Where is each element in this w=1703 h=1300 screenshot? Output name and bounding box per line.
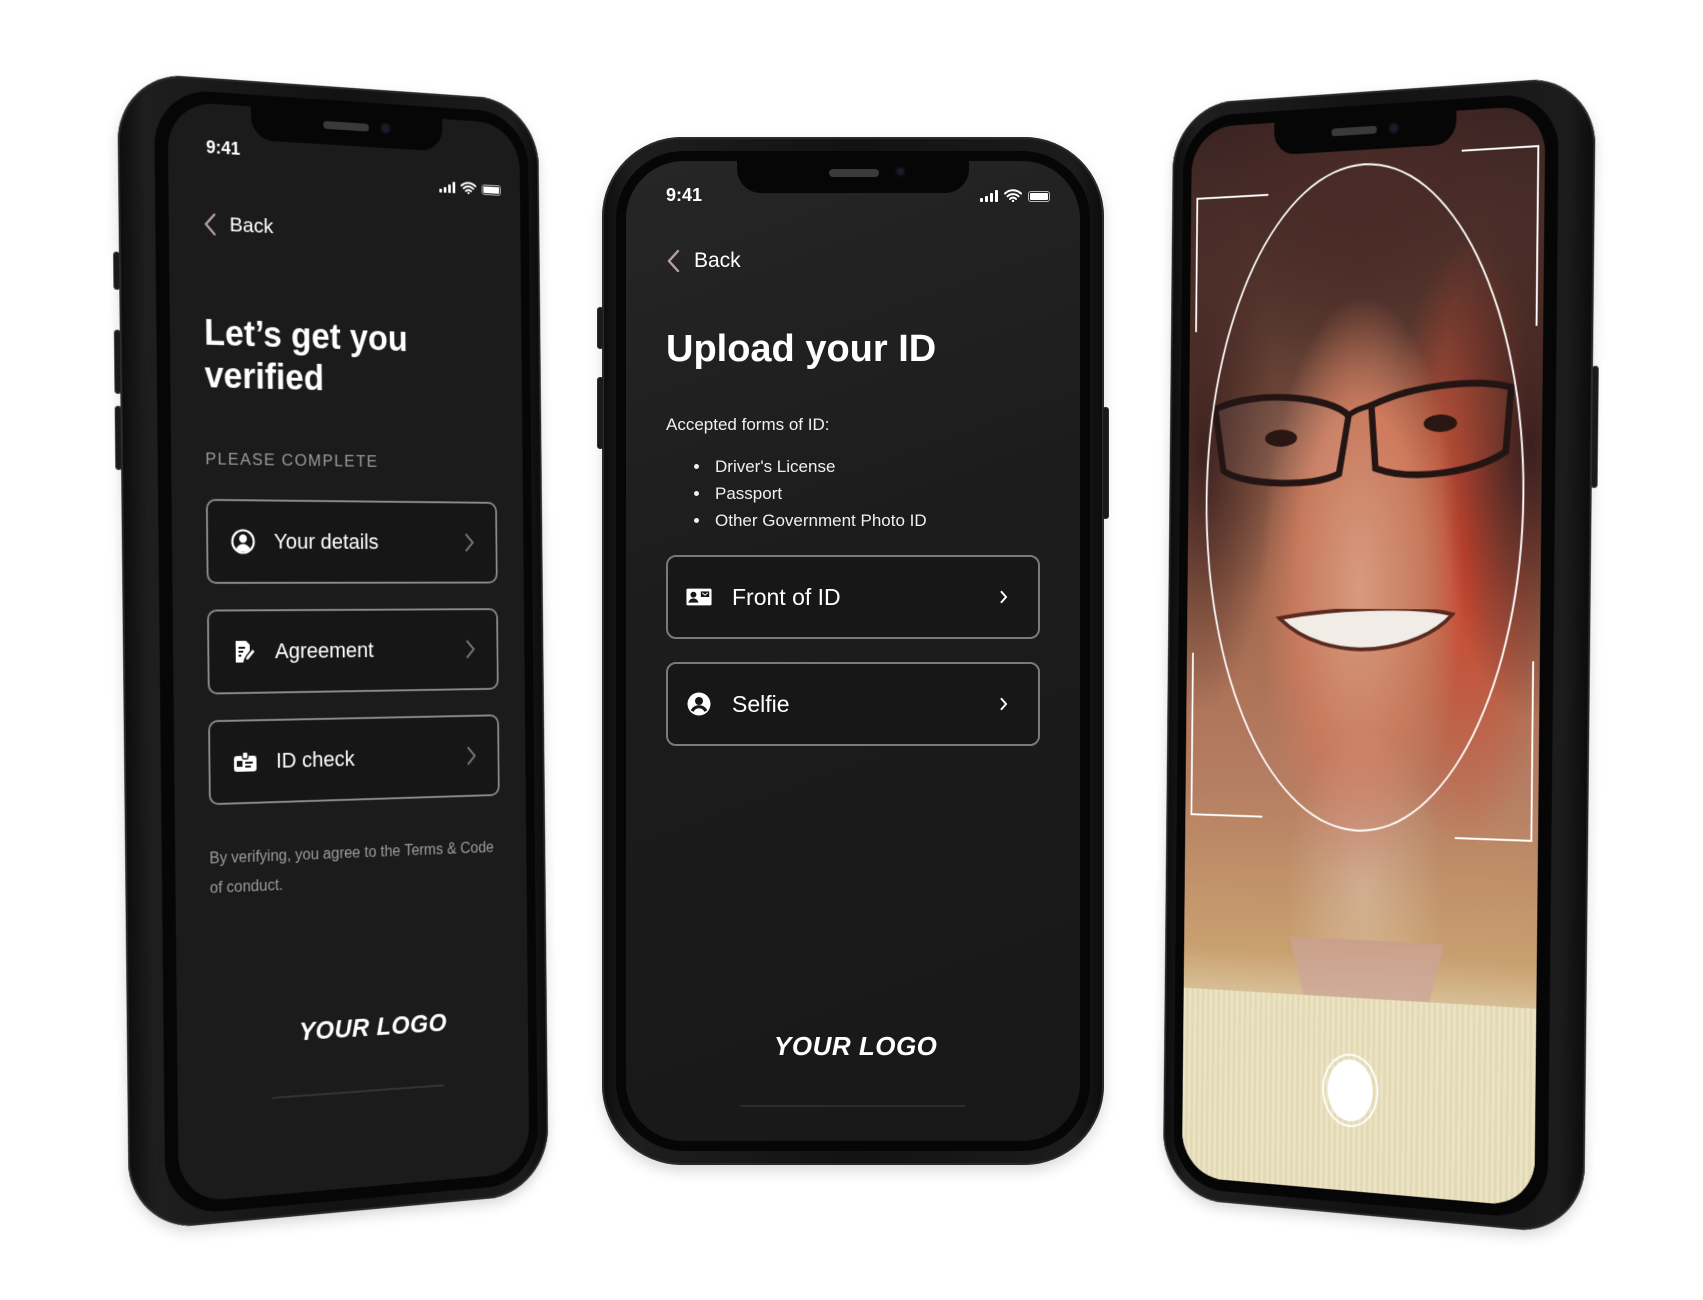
signal-icon (439, 181, 456, 194)
screen-verification-checklist: 9:41 Back Let’s get you verified PLEASE … (167, 100, 530, 1204)
speaker (829, 169, 879, 177)
item-label: Agreement (274, 637, 374, 664)
brand-logo: YOUR LOGO (299, 1007, 448, 1047)
item-label: Front of ID (732, 583, 841, 610)
accepted-id-item: Other Government Photo ID (711, 507, 927, 534)
frame-corner-bottom-right (1454, 660, 1535, 842)
item-your-details[interactable]: Your details (205, 498, 498, 584)
accepted-id-item: Driver's License (711, 453, 927, 480)
screen-upload-id: 9:41 Back Upload your ID Accepted forms … (626, 161, 1080, 1141)
battery-icon (481, 184, 501, 196)
speaker (1331, 125, 1377, 137)
accepted-id-item: Passport (711, 480, 927, 507)
front-camera (381, 123, 390, 133)
page-title-line1: Let’s get you (203, 311, 408, 359)
shutter-button-icon (1327, 1057, 1374, 1124)
home-indicator (271, 1084, 445, 1099)
power-button (1102, 407, 1109, 519)
frame-corner-top-left (1195, 193, 1269, 333)
back-button[interactable]: Back (666, 249, 741, 273)
back-label: Back (229, 213, 274, 239)
screen-selfie-camera (1181, 104, 1546, 1208)
id-card-icon (686, 584, 712, 610)
back-label: Back (694, 249, 741, 272)
home-indicator (740, 1105, 966, 1107)
front-camera (897, 168, 904, 175)
back-button[interactable]: Back (203, 212, 273, 239)
status-time: 9:41 (206, 137, 241, 159)
item-agreement[interactable]: Agreement (206, 608, 499, 695)
status-time: 9:41 (666, 185, 703, 205)
wifi-icon (460, 181, 476, 194)
phone-right (1162, 75, 1599, 1236)
page-title: Let’s get you verified (204, 311, 408, 401)
section-label: PLEASE COMPLETE (205, 449, 379, 471)
frame-corner-top-right (1459, 145, 1540, 329)
volume-up-button (113, 329, 122, 394)
volume-up-button (597, 377, 604, 449)
power-button (1590, 365, 1599, 488)
signal-icon (980, 190, 998, 202)
notch (737, 161, 969, 193)
chevron-right-icon (466, 745, 477, 766)
item-label: ID check (275, 746, 355, 773)
chevron-left-icon (667, 249, 680, 273)
chevron-right-icon (1000, 697, 1008, 711)
side-button (113, 251, 121, 290)
status-icons (439, 180, 501, 196)
status-icons (980, 189, 1050, 202)
item-label: Selfie (732, 690, 790, 717)
item-selfie[interactable]: Selfie (666, 662, 1040, 746)
volume-down-button (114, 405, 123, 470)
id-badge-icon (233, 749, 258, 775)
chevron-right-icon (465, 639, 476, 660)
page-title: Upload your ID (666, 328, 937, 370)
page-title-line2: verified (204, 354, 325, 399)
phone-left: 9:41 Back Let’s get you verified PLEASE … (113, 71, 549, 1232)
front-camera (1389, 123, 1399, 133)
terms-notice: By verifying, you agree to the Terms & C… (209, 834, 494, 905)
frame-corner-bottom-left (1190, 652, 1264, 818)
document-edit-icon (232, 639, 257, 665)
wifi-icon (1004, 189, 1022, 202)
brand-logo: YOUR LOGO (774, 1031, 938, 1061)
item-label: Your details (273, 528, 379, 554)
user-circle-icon (686, 691, 712, 717)
accepted-ids-list: Driver's License Passport Other Governme… (666, 453, 927, 534)
speaker (323, 120, 369, 132)
item-id-check[interactable]: ID check (208, 714, 500, 806)
item-front-of-id[interactable]: Front of ID (666, 555, 1040, 639)
side-button (597, 307, 604, 349)
user-circle-icon (231, 529, 256, 555)
chevron-right-icon (464, 532, 475, 553)
accepted-forms-label: Accepted forms of ID: (666, 415, 830, 434)
chevron-right-icon (1000, 590, 1008, 604)
chevron-left-icon (203, 212, 216, 236)
battery-icon (1028, 191, 1050, 202)
phone-middle: 9:41 Back Upload your ID Accepted forms … (597, 137, 1109, 1165)
